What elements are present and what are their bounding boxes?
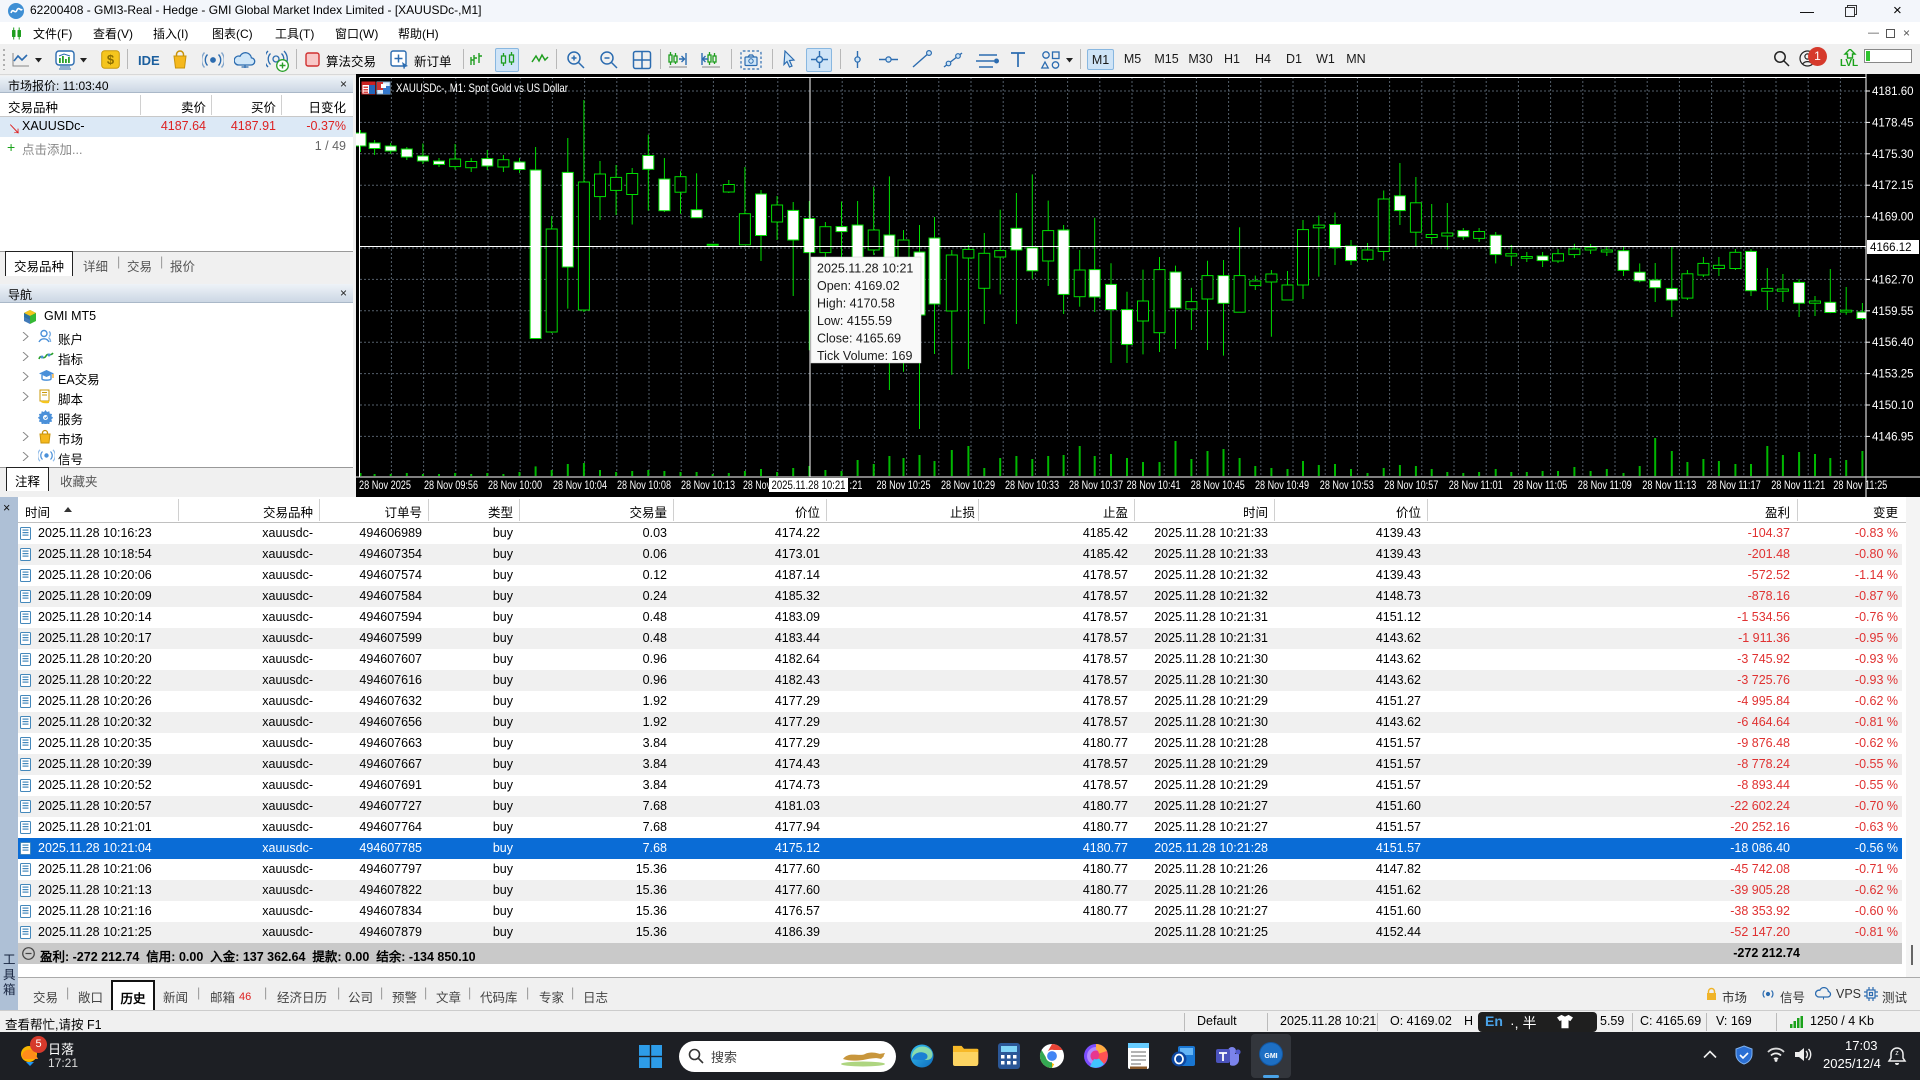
svg-text:4181.60: 4181.60 xyxy=(1872,86,1914,98)
svg-text:Low: 4155.59: Low: 4155.59 xyxy=(817,314,892,328)
svg-text:28 Nov 11:01: 28 Nov 11:01 xyxy=(1449,480,1503,492)
svg-text:28 Nov: 28 Nov xyxy=(743,480,771,492)
svg-text:28 Nov 10:13: 28 Nov 10:13 xyxy=(681,480,735,492)
svg-text:4162.70: 4162.70 xyxy=(1872,274,1914,286)
svg-text:4156.40: 4156.40 xyxy=(1872,337,1914,349)
svg-text:XAUUSDc-, M1: Spot Gold vs US: XAUUSDc-, M1: Spot Gold vs US Dollar xyxy=(396,81,568,95)
svg-text:Close: 4165.69: Close: 4165.69 xyxy=(817,332,901,346)
svg-text:28 Nov 10:25: 28 Nov 10:25 xyxy=(877,480,931,492)
svg-text:Open: 4169.02: Open: 4169.02 xyxy=(817,279,900,293)
svg-text:GMI: GMI xyxy=(1264,1053,1277,1060)
svg-text:28 Nov 11:13: 28 Nov 11:13 xyxy=(1642,480,1696,492)
svg-text:4159.55: 4159.55 xyxy=(1872,306,1914,318)
svg-text:$: $ xyxy=(107,52,115,67)
svg-text:28 Nov 10:33: 28 Nov 10:33 xyxy=(1005,480,1059,492)
svg-text::21: :21 xyxy=(850,480,863,492)
svg-text:28 Nov 2025: 28 Nov 2025 xyxy=(359,480,411,492)
svg-text:28 Nov 09:56: 28 Nov 09:56 xyxy=(424,480,478,492)
svg-text:28 Nov 11:05: 28 Nov 11:05 xyxy=(1513,480,1567,492)
svg-text:28 Nov 10:08: 28 Nov 10:08 xyxy=(617,480,671,492)
svg-text:28 Nov 10:41: 28 Nov 10:41 xyxy=(1127,480,1181,492)
svg-text:4153.25: 4153.25 xyxy=(1872,369,1914,381)
svg-text:4172.15: 4172.15 xyxy=(1872,180,1914,192)
svg-text:4166.12: 4166.12 xyxy=(1870,242,1912,254)
svg-text:28 Nov 10:53: 28 Nov 10:53 xyxy=(1320,480,1374,492)
svg-text:4178.45: 4178.45 xyxy=(1872,117,1914,129)
svg-text:28 Nov 10:45: 28 Nov 10:45 xyxy=(1191,480,1245,492)
svg-text:28 Nov 11:21: 28 Nov 11:21 xyxy=(1771,480,1825,492)
svg-text:4150.10: 4150.10 xyxy=(1872,400,1914,412)
svg-text:4175.30: 4175.30 xyxy=(1872,149,1914,161)
svg-text:28 Nov 10:49: 28 Nov 10:49 xyxy=(1255,480,1309,492)
svg-text:28 Nov 11:17: 28 Nov 11:17 xyxy=(1707,480,1761,492)
svg-text:28 Nov 10:00: 28 Nov 10:00 xyxy=(488,480,542,492)
svg-text:4169.00: 4169.00 xyxy=(1872,212,1914,224)
svg-text:2025.11.28 10:21: 2025.11.28 10:21 xyxy=(817,262,913,276)
svg-text:4146.95: 4146.95 xyxy=(1872,431,1914,443)
svg-text:Tick Volume: 169: Tick Volume: 169 xyxy=(817,349,912,363)
svg-text:High: 4170.58: High: 4170.58 xyxy=(817,297,895,311)
svg-text:z: z xyxy=(1895,1050,1899,1057)
svg-text:2025.11.28 10:21: 2025.11.28 10:21 xyxy=(772,480,846,492)
svg-text:28 Nov 10:37: 28 Nov 10:37 xyxy=(1069,480,1123,492)
svg-text:28 Nov 11:25: 28 Nov 11:25 xyxy=(1833,480,1887,492)
svg-text:28 Nov 10:57: 28 Nov 10:57 xyxy=(1384,480,1438,492)
svg-text:28 Nov 10:04: 28 Nov 10:04 xyxy=(553,480,607,492)
svg-text:28 Nov 10:29: 28 Nov 10:29 xyxy=(941,480,995,492)
svg-text:28 Nov 11:09: 28 Nov 11:09 xyxy=(1578,480,1632,492)
